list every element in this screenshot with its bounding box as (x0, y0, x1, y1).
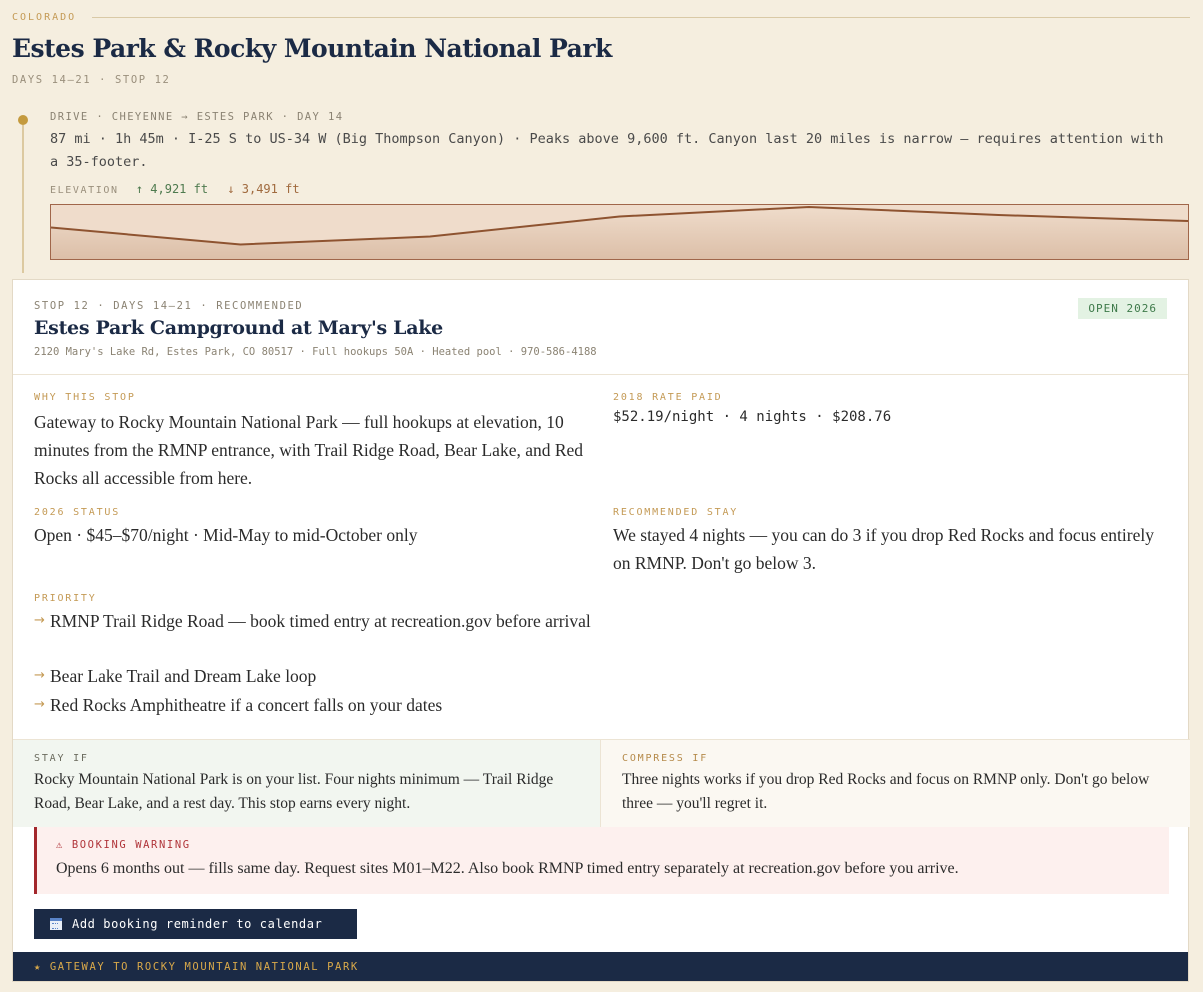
calendar-icon (50, 918, 62, 930)
recommended-stay-label: RECOMMENDED STAY (613, 507, 739, 518)
compress-if-text: Three nights works if you drop Red Rocks… (622, 771, 1150, 812)
priority-item-text: RMNP Trail Ridge Road — book timed entry… (50, 611, 591, 631)
region-label: COLORADO (12, 12, 77, 23)
list-item: → RMNP Trail Ridge Road — book timed ent… (34, 608, 594, 634)
why-text: Gateway to Rocky Mountain National Park … (34, 412, 584, 488)
elevation-label: ELEVATION (50, 185, 119, 196)
page-title: Estes Park & Rocky Mountain National Par… (12, 34, 612, 63)
elevation-profile-chart (50, 204, 1189, 260)
rate-text: $52.19/night · 4 nights · $208.76 (613, 409, 892, 425)
campground-name: Estes Park Campground at Mary's Lake (34, 317, 443, 339)
drive-description: 87 mi · 1h 45m · I-25 S to US-34 W (Big … (50, 131, 1164, 170)
footer-banner: ★ GATEWAY TO ROCKY MOUNTAIN NATIONAL PAR… (13, 952, 1188, 981)
priority-item-text: Red Rocks Amphitheatre if a concert fall… (50, 695, 443, 715)
rate-label: 2018 RATE PAID (613, 392, 723, 403)
stay-if-label: STAY IF (34, 753, 89, 764)
stop-meta: STOP 12 · DAYS 14–21 · RECOMMENDED (34, 300, 304, 312)
elevation-summary: ELEVATION ↑ 4,921 ft ↓ 3,491 ft (50, 182, 300, 196)
add-calendar-reminder-button[interactable]: Add booking reminder to calendar (34, 909, 357, 939)
stay-if-box: STAY IF Rocky Mountain National Park is … (13, 739, 601, 827)
elevation-loss: ↓ 3,491 ft (227, 182, 300, 196)
drive-label: DRIVE · CHEYENNE → ESTES PARK · DAY 14 (50, 111, 344, 123)
campground-card: STOP 12 · DAYS 14–21 · RECOMMENDED Estes… (12, 279, 1190, 982)
calendar-button-label: Add booking reminder to calendar (72, 917, 323, 931)
status-badge: OPEN 2026 (1078, 298, 1167, 319)
arrow-right-icon: → (34, 697, 45, 712)
dot-icon (18, 115, 28, 125)
booking-warning: ⚠ BOOKING WARNING Opens 6 months out — f… (34, 827, 1169, 894)
list-item: → Red Rocks Amphitheatre if a concert fa… (34, 692, 594, 718)
booking-warning-label: ⚠ BOOKING WARNING (56, 839, 191, 851)
list-item: → Bear Lake Trail and Dream Lake loop (34, 663, 594, 689)
status-label: 2026 STATUS (34, 507, 121, 518)
arrow-right-icon: → (34, 668, 45, 683)
arrow-right-icon: → (34, 613, 45, 628)
priority-item-text: Bear Lake Trail and Dream Lake loop (50, 666, 317, 686)
campground-address: 2120 Mary's Lake Rd, Estes Park, CO 8051… (34, 346, 597, 358)
booking-warning-text: Opens 6 months out — fills same day. Req… (56, 860, 959, 877)
recommended-stay-text: We stayed 4 nights — you can do 3 if you… (613, 525, 1154, 573)
stay-if-text: Rocky Mountain National Park is on your … (34, 771, 554, 812)
compress-if-label: COMPRESS IF (622, 753, 709, 764)
card-header: STOP 12 · DAYS 14–21 · RECOMMENDED Estes… (13, 280, 1188, 375)
why-label: WHY THIS STOP (34, 392, 136, 403)
days-stop-label: DAYS 14–21 · STOP 12 (12, 74, 171, 86)
compress-if-box: COMPRESS IF Three nights works if you dr… (601, 739, 1190, 827)
status-text: Open · $45–$70/night · Mid-May to mid-Oc… (34, 525, 418, 545)
footer-text: ★ GATEWAY TO ROCKY MOUNTAIN NATIONAL PAR… (34, 960, 359, 973)
timeline-line (22, 125, 24, 273)
region-header: COLORADO (12, 12, 1190, 23)
elevation-gain: ↑ 4,921 ft (135, 182, 209, 196)
priority-label: PRIORITY (34, 593, 97, 604)
region-divider (92, 17, 1190, 18)
elevation-profile-svg (51, 205, 1188, 259)
